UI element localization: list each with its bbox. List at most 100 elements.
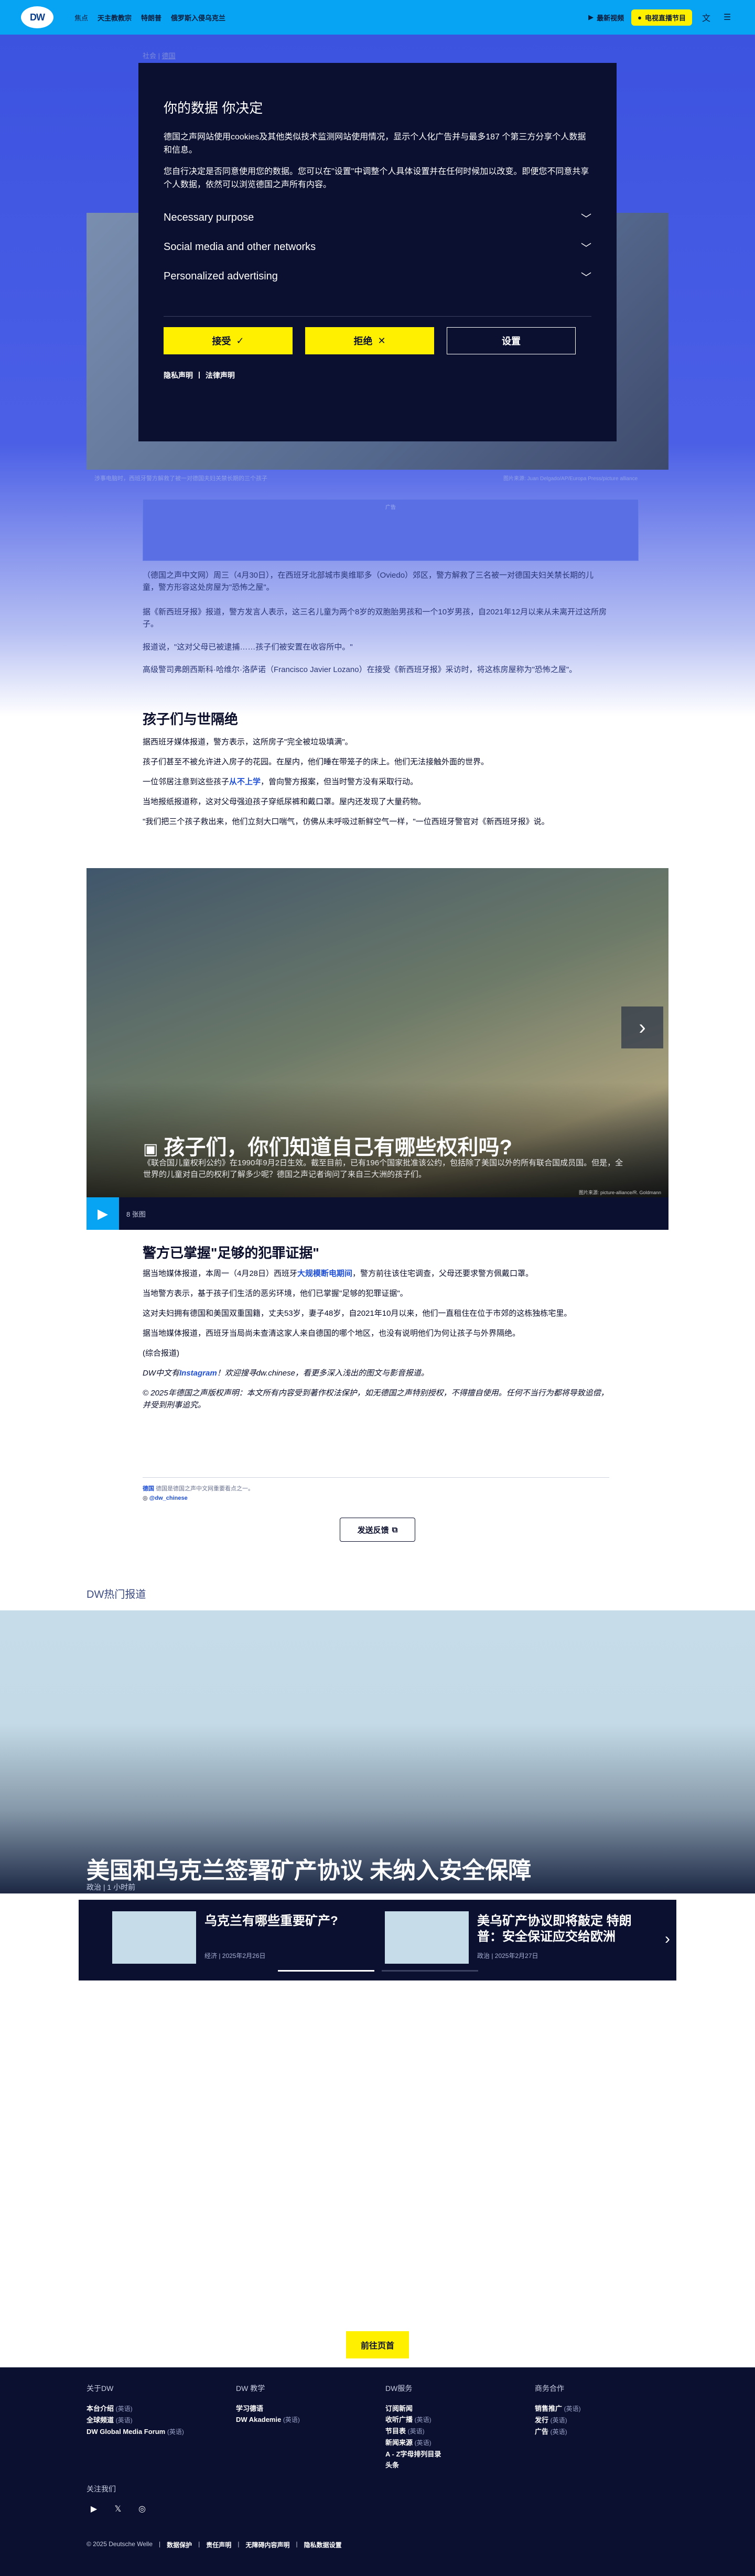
- legal-link[interactable]: 法律声明: [206, 370, 235, 381]
- legal-link[interactable]: 隐私数据设置: [304, 2540, 342, 2549]
- section-heading: 孩子们与世隔绝: [143, 711, 239, 727]
- footer-link[interactable]: 学习德语: [236, 2403, 378, 2414]
- footer-link[interactable]: 订阅新闻: [385, 2403, 527, 2414]
- instagram-promo: DW中文有Instagram！欢迎搜寻dw.chinese，看更多深入浅出的图文…: [143, 1369, 429, 1378]
- ad-label: 广告: [385, 505, 396, 511]
- latest-video-link[interactable]: ▶ 最新视频: [588, 13, 624, 23]
- inline-link[interactable]: 从不上学: [229, 777, 261, 786]
- consent-section-label: Personalized advertising: [164, 270, 278, 282]
- consent-text-1: 德国之声网站使用cookies及其他类似技术监测网站使用情况，显示个人化广告并与…: [164, 133, 586, 155]
- nav-item-pope[interactable]: 天主教教宗: [98, 13, 132, 23]
- settings-button[interactable]: 设置: [447, 327, 576, 354]
- tag-desc: 德国是德国之声中文网重要看点之一。: [156, 1486, 254, 1492]
- separator: |: [198, 370, 200, 378]
- nav-item-trump[interactable]: 特朗普: [141, 13, 161, 23]
- footer-col-education: DW 教学 学习德语 DW Akademie (英语): [236, 2383, 378, 2426]
- consent-section-necessary[interactable]: Necessary purpose ﹀: [164, 203, 591, 232]
- consent-text-2: 您自行决定是否同意使用您的数据。您可以在"设置"中调整个人具体设置并在任何时候加…: [164, 167, 589, 189]
- privacy-link[interactable]: 隐私声明: [164, 370, 193, 381]
- footer-link[interactable]: 收听广播 (英语): [385, 2414, 527, 2426]
- paragraph: (综合报道): [143, 1349, 179, 1358]
- footer-col-about: 关于DW 本台介绍 (英语) 全球频道 (英语) DW Global Media…: [87, 2383, 228, 2438]
- paragraph: 这对夫妇拥有德国和美国双重国籍，丈夫53岁，妻子48岁，自2021年10月以来，…: [143, 1309, 572, 1318]
- footer-link[interactable]: 新闻来源 (英语): [385, 2437, 527, 2449]
- footer-link[interactable]: DW Akademie (英语): [236, 2414, 378, 2426]
- inline-link[interactable]: 大规模断电期间: [297, 1269, 352, 1278]
- footer-link[interactable]: A - Z字母排列目录: [385, 2449, 527, 2460]
- paragraph: 当地警方表示，基于孩子们生活的恶劣环境，他们已掌握"足够的犯罪证据"。: [143, 1289, 408, 1298]
- footer-link[interactable]: 销售推广 (英语): [535, 2403, 676, 2415]
- live-tv-button[interactable]: ● 电视直播节目: [631, 9, 692, 26]
- footer-link[interactable]: 广告 (英语): [535, 2426, 676, 2438]
- dw-logo[interactable]: DW: [21, 6, 53, 28]
- close-icon: ✕: [378, 335, 386, 346]
- section-body: 据当地媒体报道，本周一（4月28日）西班牙大规模断电期间，警方前往该住宅调查，父…: [143, 1268, 609, 1411]
- legal-link[interactable]: 数据保护: [167, 2540, 192, 2549]
- reject-button[interactable]: 拒绝 ✕: [305, 327, 434, 354]
- external-icon: ⧉: [392, 1525, 398, 1534]
- section-children-isolated: 孩子们与世隔绝: [143, 709, 609, 728]
- back-to-top-button[interactable]: 前往页首: [346, 2331, 409, 2358]
- chevron-right-icon[interactable]: ›: [621, 1006, 663, 1048]
- copyright-note: © 2025年德国之声版权声明：本文所有内容受到著作权法保护，如无德国之声特别授…: [143, 1389, 609, 1410]
- instagram-link[interactable]: Instagram: [179, 1369, 217, 1378]
- instagram-icon[interactable]: ◎: [135, 2502, 149, 2516]
- gallery-credit: 图片来源: picture-alliance/R. Goldmann: [578, 1190, 661, 1195]
- consent-section-advertising[interactable]: Personalized advertising ﹀: [164, 262, 591, 291]
- menu-icon[interactable]: ☰: [720, 10, 734, 24]
- consent-section-social[interactable]: Social media and other networks ﹀: [164, 232, 591, 262]
- x-icon[interactable]: 𝕏: [111, 2502, 125, 2516]
- footer-link[interactable]: 节目表 (英语): [385, 2426, 527, 2437]
- hot-teaser-image[interactable]: [0, 1610, 755, 1893]
- chevron-right-icon[interactable]: ›: [665, 1930, 670, 1948]
- site-header: DW 焦点 天主教教宗 特朗普 俄罗斯入侵乌克兰 ▶ 最新视频 ● 电视直播节目…: [0, 0, 755, 35]
- footer-link[interactable]: 全球频道 (英语): [87, 2415, 228, 2426]
- card-title: 乌克兰有哪些重要矿产?: [204, 1914, 338, 1928]
- related-card[interactable]: 美乌矿产协议即将敲定 特朗普：安全保证应交给欧洲 政治 | 2025年2月27日: [385, 1911, 632, 1964]
- paragraph: 孩子们甚至不被允许进入房子的花园。在屋内，他们睡在带笼子的床上。他们无法接触外面…: [143, 757, 489, 766]
- pagination-dot[interactable]: [382, 1970, 478, 1972]
- paragraph: 一位邻居注意到这些孩子从不上学，曾向警方报案，但当时警方没有采取行动。: [143, 777, 418, 786]
- site-footer: 关于DW 本台介绍 (英语) 全球频道 (英语) DW Global Media…: [0, 2367, 755, 2576]
- breadcrumb-link[interactable]: 德国: [162, 52, 176, 60]
- consent-section-label: Social media and other networks: [164, 241, 316, 253]
- footer-link[interactable]: 本台介绍 (英语): [87, 2403, 228, 2415]
- instagram-handle[interactable]: @dw_chinese: [149, 1495, 188, 1501]
- footer-link[interactable]: 头条: [385, 2460, 527, 2471]
- feedback-button[interactable]: 发送反馈 ⧉: [340, 1518, 415, 1542]
- paragraph: 报道说，"这对父母已被逮捕……孩子们被安置在收容所中。": [143, 643, 353, 652]
- tag-name[interactable]: 德国: [143, 1486, 154, 1492]
- gallery-icon: ▣: [143, 1141, 158, 1158]
- card-thumbnail: [112, 1911, 196, 1964]
- paragraph: "我们把三个孩子救出来，他们立刻大口喘气，仿佛从未呼吸过新鲜空气一样，"一位西班…: [143, 817, 549, 826]
- related-card[interactable]: 乌克兰有哪些重要矿产? 经济 | 2025年2月26日: [112, 1911, 359, 1964]
- divider: [164, 316, 591, 317]
- pagination-dot[interactable]: [278, 1970, 374, 1972]
- chevron-down-icon: ﹀: [581, 242, 591, 254]
- chevron-down-icon: ﹀: [581, 272, 591, 284]
- nav-item-focus[interactable]: 焦点: [74, 13, 88, 23]
- gallery-description: 《联合国儿童权利公约》在1990年9月2日生效。截至目前，已有196个国家批准该…: [143, 1159, 623, 1179]
- carousel-pagination: [278, 1970, 478, 1972]
- paragraph: 据当地媒体报道，本周一（4月28日）西班牙大规模断电期间，警方前往该住宅调查，父…: [143, 1269, 534, 1278]
- photo-gallery[interactable]: › ▣ 孩子们，你们知道自己有哪些权利吗? 《联合国儿童权利公约》在1990年9…: [87, 868, 668, 1230]
- footer-copyright: © 2025 Deutsche Welle: [87, 2540, 153, 2548]
- top-nav: 焦点 天主教教宗 特朗普 俄罗斯入侵乌克兰: [74, 13, 225, 23]
- accept-button[interactable]: 接受 ✓: [164, 327, 293, 354]
- youtube-icon[interactable]: ▶: [87, 2502, 101, 2516]
- language-icon[interactable]: 文: [699, 10, 713, 24]
- footer-col-services: DW服务 订阅新闻 收听广播 (英语) 节目表 (英语) 新闻来源 (英语) A…: [385, 2383, 527, 2471]
- nav-item-ukraine[interactable]: 俄罗斯入侵乌克兰: [171, 13, 225, 23]
- legal-link[interactable]: 责任声明: [206, 2540, 231, 2549]
- footer-link[interactable]: DW Global Media Forum (英语): [87, 2426, 228, 2438]
- legal-link[interactable]: 无障碍内容声明: [245, 2540, 289, 2549]
- footer-link[interactable]: 发行 (英语): [535, 2415, 676, 2426]
- play-icon[interactable]: ▶: [87, 1197, 119, 1230]
- gallery-title[interactable]: ▣ 孩子们，你们知道自己有哪些权利吗?: [143, 1130, 512, 1161]
- hot-teaser-title[interactable]: 美国和乌克兰签署矿产协议 未纳入安全保障: [87, 1852, 531, 1885]
- accept-label: 接受: [212, 336, 231, 347]
- card-meta: 经济 | 2025年2月26日: [204, 1952, 266, 1960]
- gallery-title-text: 孩子们，你们知道自己有哪些权利吗?: [164, 1136, 512, 1159]
- instagram-icon: ◎: [143, 1495, 148, 1501]
- card-thumbnail: [385, 1911, 469, 1964]
